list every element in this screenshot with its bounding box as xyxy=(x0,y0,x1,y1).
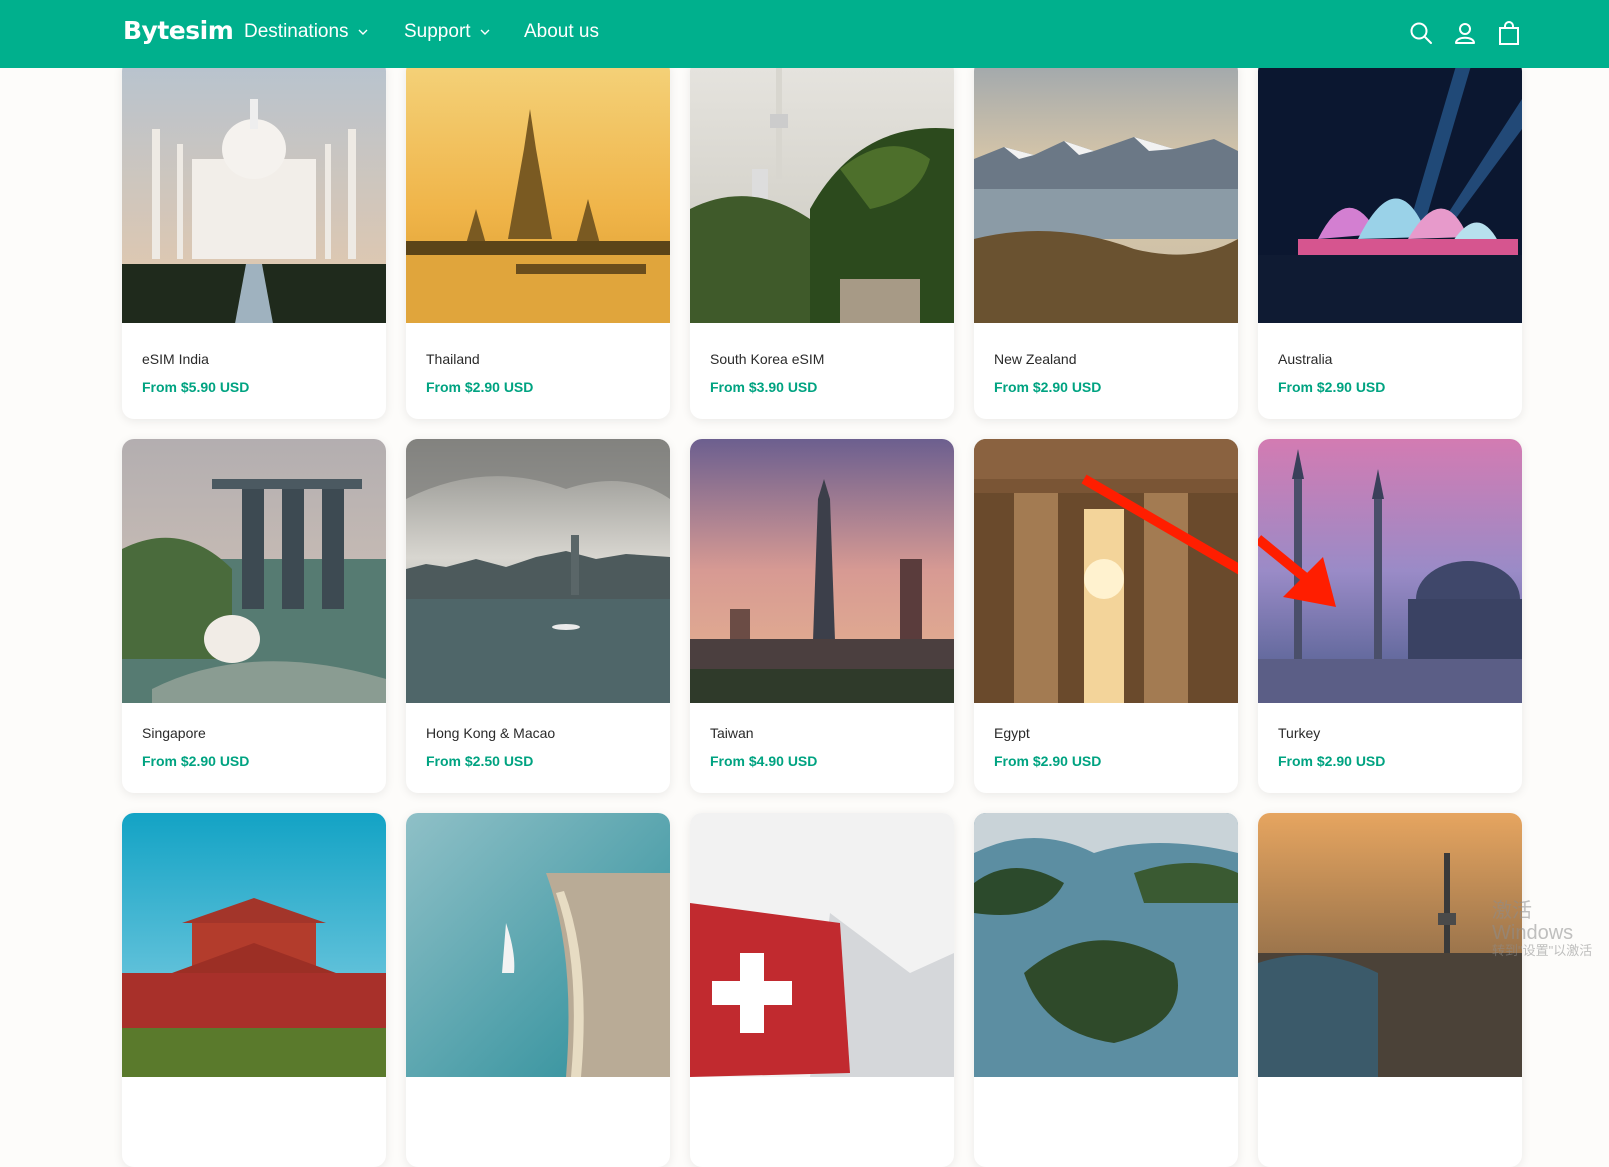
nav-about[interactable]: About us xyxy=(524,21,599,43)
product-image-turkey xyxy=(1258,439,1522,703)
product-image-new-zealand xyxy=(974,59,1238,323)
product-price: From $5.90 USD xyxy=(142,379,250,395)
product-card[interactable]: eSIM India From $5.90 USD xyxy=(122,59,386,419)
product-image-hong-kong xyxy=(406,439,670,703)
product-image-china xyxy=(122,813,386,1077)
product-image-singapore xyxy=(122,439,386,703)
product-card[interactable] xyxy=(974,813,1238,1167)
product-image-australia xyxy=(1258,59,1522,323)
nav-support-label: Support xyxy=(404,21,471,42)
site-header: Bytesim Destinations Support About us xyxy=(0,0,1609,68)
product-name: South Korea eSIM xyxy=(710,351,825,367)
product-image-switzerland xyxy=(690,813,954,1077)
product-name: Hong Kong & Macao xyxy=(426,725,556,741)
product-name: Egypt xyxy=(994,725,1030,741)
product-card[interactable] xyxy=(690,813,954,1167)
product-card[interactable]: Taiwan From $4.90 USD xyxy=(690,439,954,793)
product-grid: eSIM India From $5.90 USD Thailand From … xyxy=(122,59,1522,1167)
product-image-taiwan xyxy=(690,439,954,703)
product-price: From $2.90 USD xyxy=(1278,379,1386,395)
product-card[interactable] xyxy=(122,813,386,1167)
product-card[interactable]: South Korea eSIM From $3.90 USD xyxy=(690,59,954,419)
product-name: Thailand xyxy=(426,351,480,367)
nav-about-label: About us xyxy=(524,21,599,42)
product-image-canada xyxy=(1258,813,1522,1077)
watermark-line-1: 激活 Windows xyxy=(1492,900,1574,944)
chevron-down-icon xyxy=(480,29,490,35)
product-price: From $4.90 USD xyxy=(710,753,818,769)
product-image-egypt xyxy=(974,439,1238,703)
search-icon[interactable] xyxy=(1408,20,1434,46)
product-name: Singapore xyxy=(142,725,206,741)
product-card[interactable]: Turkey From $2.90 USD xyxy=(1258,439,1522,793)
product-price: From $2.50 USD xyxy=(426,753,534,769)
chevron-down-icon xyxy=(358,29,368,35)
product-card[interactable]: Hong Kong & Macao From $2.50 USD xyxy=(406,439,670,793)
account-icon[interactable] xyxy=(1452,20,1478,46)
product-image-philippines xyxy=(974,813,1238,1077)
product-price: From $3.90 USD xyxy=(710,379,818,395)
product-name: New Zealand xyxy=(994,351,1077,367)
product-price: From $2.90 USD xyxy=(426,379,534,395)
product-price: From $2.90 USD xyxy=(142,753,250,769)
product-card[interactable]: New Zealand From $2.90 USD xyxy=(974,59,1238,419)
product-price: From $2.90 USD xyxy=(1278,753,1386,769)
product-name: eSIM India xyxy=(142,351,209,367)
nav-destinations[interactable]: Destinations xyxy=(244,21,369,43)
logo[interactable]: Bytesim xyxy=(123,16,234,45)
product-card[interactable]: Egypt From $2.90 USD xyxy=(974,439,1238,793)
product-image-india xyxy=(122,59,386,323)
product-name: Turkey xyxy=(1278,725,1321,741)
watermark-line-2: 转到"设置"以激活 xyxy=(1492,943,1593,958)
product-price: From $2.90 USD xyxy=(994,753,1102,769)
product-name: Taiwan xyxy=(710,725,754,741)
product-price: From $2.90 USD xyxy=(994,379,1102,395)
product-card[interactable]: Thailand From $2.90 USD xyxy=(406,59,670,419)
product-image-thailand xyxy=(406,59,670,323)
product-name: Australia xyxy=(1278,351,1333,367)
product-card[interactable] xyxy=(1258,813,1522,1167)
nav-support[interactable]: Support xyxy=(404,21,491,43)
annotation-arrow-icon xyxy=(1258,535,1336,607)
cart-icon[interactable] xyxy=(1496,20,1522,46)
product-image-south-korea xyxy=(690,59,954,323)
nav-destinations-label: Destinations xyxy=(244,21,349,42)
product-card[interactable]: Australia From $2.90 USD xyxy=(1258,59,1522,419)
product-image-dubai xyxy=(406,813,670,1077)
product-card[interactable]: Singapore From $2.90 USD xyxy=(122,439,386,793)
product-card[interactable] xyxy=(406,813,670,1167)
windows-activation-watermark: 激活 Windows 转到"设置"以激活 xyxy=(1492,900,1609,958)
